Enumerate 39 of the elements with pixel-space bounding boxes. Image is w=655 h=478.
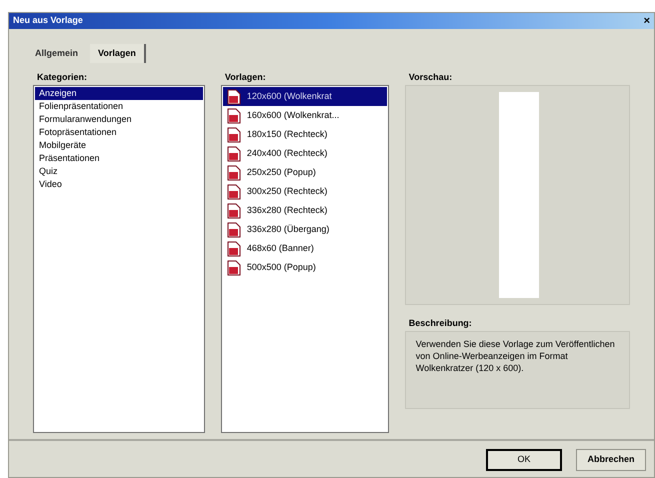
template-item[interactable]: 160x600 (Wolkenkrat... — [222, 106, 387, 125]
preview-label: Vorschau: — [408, 71, 454, 84]
category-item[interactable]: Quiz — [35, 165, 203, 178]
category-item[interactable]: Mobilgeräte — [35, 139, 203, 152]
document-icon — [226, 240, 241, 256]
category-item[interactable]: Folienpräsentationen — [35, 100, 203, 113]
dialog-button[interactable]: Abbrechen — [576, 449, 646, 471]
template-item[interactable]: 250x250 (Popup) — [222, 163, 387, 182]
template-item[interactable]: 180x150 (Rechteck) — [222, 125, 387, 144]
description-label: Beschreibung: — [408, 317, 473, 330]
document-icon — [226, 126, 241, 142]
template-item[interactable]: 336x280 (Übergang) — [222, 220, 387, 239]
categories-label: Kategorien: — [37, 71, 88, 84]
document-icon — [226, 88, 241, 104]
category-item[interactable]: Video — [35, 178, 203, 191]
tab[interactable]: Vorlagen — [90, 44, 146, 63]
template-item[interactable]: 500x500 (Popup) — [222, 258, 387, 277]
template-item[interactable]: 336x280 (Rechteck) — [222, 201, 387, 220]
document-icon — [226, 202, 241, 218]
document-icon — [226, 260, 241, 276]
category-item[interactable]: Präsentationen — [35, 152, 203, 165]
document-icon — [226, 146, 241, 162]
tab[interactable]: Allgemein — [27, 44, 86, 63]
template-item[interactable]: 120x600 (Wolkenkrat — [222, 87, 387, 106]
document-icon — [226, 222, 241, 238]
category-item[interactable]: Anzeigen — [35, 87, 203, 100]
templates-label: Vorlagen: — [224, 71, 267, 84]
close-button[interactable]: × — [644, 16, 650, 26]
template-item[interactable]: 468x60 (Banner) — [222, 239, 387, 258]
dialog-button[interactable]: OK — [486, 449, 562, 471]
window-title: Neu aus Vorlage — [13, 14, 83, 28]
template-item[interactable]: 240x400 (Rechteck) — [222, 144, 387, 163]
document-icon — [226, 184, 241, 200]
document-icon — [226, 164, 241, 180]
category-item[interactable]: Formularanwendungen — [35, 113, 203, 126]
template-item[interactable]: 300x250 (Rechteck) — [222, 182, 387, 201]
document-icon — [226, 108, 241, 124]
description-text: Verwenden Sie diese Vorlage zum Veröffentlichen von Online-Werbeanzeigen im Format Wolkenkratzer (120 x 600). — [416, 338, 616, 374]
category-item[interactable]: Fotopräsentationen — [35, 126, 203, 139]
